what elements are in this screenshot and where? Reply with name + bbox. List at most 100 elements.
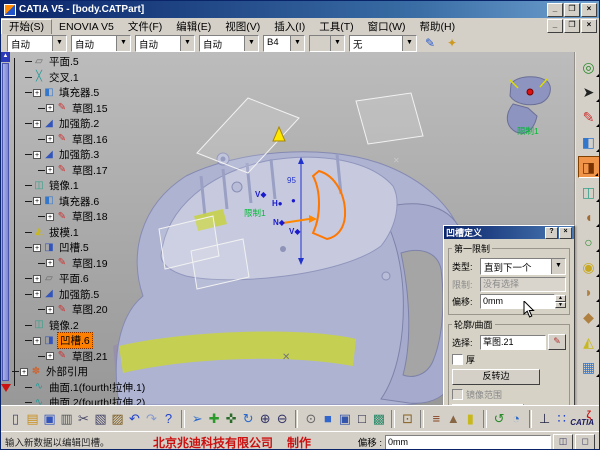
- mirror-icon[interactable]: ◫: [578, 181, 600, 203]
- rotate-icon[interactable]: ↻: [240, 409, 257, 429]
- menu-item-2[interactable]: ENOVIA V5: [52, 20, 121, 34]
- print-icon[interactable]: ▥: [58, 409, 75, 429]
- chevron-down-icon[interactable]: ▼: [52, 36, 66, 51]
- tree-item-label[interactable]: 交叉.1: [47, 70, 81, 85]
- paste-icon[interactable]: ▨: [109, 409, 126, 429]
- doc-minimize-icon[interactable]: _: [547, 19, 563, 33]
- tree-scroll-up-icon[interactable]: ▲: [1, 52, 10, 62]
- filter-combo-3[interactable]: 自动▼: [135, 35, 195, 52]
- measure-item-icon[interactable]: ▲: [445, 409, 462, 429]
- lock-update-icon[interactable]: ⊡: [399, 409, 416, 429]
- expand-icon[interactable]: +: [46, 135, 54, 143]
- tree-item-label[interactable]: 草图.18: [70, 209, 110, 224]
- tree-item-填充器.5[interactable]: +◧填充器.5: [10, 85, 240, 101]
- chevron-down-icon[interactable]: ▼: [330, 36, 344, 51]
- chevron-down-icon[interactable]: ▼: [244, 36, 258, 51]
- save-icon[interactable]: ▣: [41, 409, 58, 429]
- dialog-toggle-icon[interactable]: ◻: [575, 434, 595, 450]
- expand-icon[interactable]: +: [33, 120, 41, 128]
- power-input-icon[interactable]: ◫: [553, 434, 573, 450]
- tree-item-凹槽.5[interactable]: +◨凹槽.5: [10, 240, 240, 256]
- tree-item-label[interactable]: 草图.16: [70, 132, 110, 147]
- tree-item-加强筋.2[interactable]: +◢加强筋.2: [10, 116, 240, 132]
- tree-item-交叉.1[interactable]: ╳交叉.1: [10, 70, 240, 86]
- tree-item-label[interactable]: 填充器.5: [57, 85, 101, 100]
- pan-icon[interactable]: ✜: [223, 409, 240, 429]
- expand-icon[interactable]: +: [46, 213, 54, 221]
- tree-item-草图.17[interactable]: +✎草图.17: [10, 163, 240, 179]
- menu-item-8[interactable]: 窗口(W): [361, 20, 413, 34]
- tree-item-填充器.6[interactable]: +◧填充器.6: [10, 194, 240, 210]
- measure-between-icon[interactable]: ≡: [428, 409, 445, 429]
- menu-item-6[interactable]: 插入(I): [267, 20, 312, 34]
- tree-item-label[interactable]: 曲面.2(fourth!拉伸.2): [47, 395, 147, 405]
- paintbrush-icon[interactable]: ✎: [421, 35, 439, 51]
- filter-combo-7[interactable]: 无▼: [349, 35, 417, 52]
- doc-restore-icon[interactable]: ❐: [564, 19, 580, 33]
- clock-icon[interactable]: ◔: [508, 409, 525, 429]
- copy-icon[interactable]: ▧: [92, 409, 109, 429]
- pattern-icon[interactable]: ▦: [578, 356, 600, 378]
- type-combo[interactable]: 直到下一个 ▼: [480, 258, 566, 275]
- expand-icon[interactable]: +: [33, 151, 41, 159]
- tree-item-曲面.2(fourth!拉伸.2)[interactable]: ∿曲面.2(fourth!拉伸.2): [10, 395, 240, 405]
- tree-item-草图.15[interactable]: +✎草图.15: [10, 101, 240, 117]
- draft-icon[interactable]: ◭: [578, 331, 600, 353]
- shaded-view-icon[interactable]: ■: [319, 409, 336, 429]
- expand-icon[interactable]: +: [33, 275, 41, 283]
- tree-item-label[interactable]: 加强筋.3: [57, 147, 101, 162]
- tree-item-外部引用[interactable]: +✽外部引用: [10, 364, 240, 380]
- tree-item-拔模.1[interactable]: ◭拔模.1: [10, 225, 240, 241]
- dialog-help-icon[interactable]: ?: [545, 227, 558, 239]
- zoom-out-icon[interactable]: ⊖: [274, 409, 291, 429]
- select-cursor-icon[interactable]: ➤: [578, 81, 600, 103]
- offset-field[interactable]: 0mm: [480, 294, 555, 309]
- menu-item-5[interactable]: 视图(V): [218, 20, 267, 34]
- menu-item-3[interactable]: 文件(F): [121, 20, 169, 34]
- expand-icon[interactable]: +: [33, 290, 41, 298]
- dialog-close-icon[interactable]: ×: [559, 227, 572, 239]
- workbench-icon[interactable]: ◎: [578, 56, 600, 78]
- tree-item-label[interactable]: 草图.15: [70, 101, 110, 116]
- pocket-icon[interactable]: ◨: [578, 156, 600, 178]
- tree-item-镜像.2[interactable]: ◫镜像.2: [10, 318, 240, 334]
- tree-item-label[interactable]: 凹槽.6: [57, 332, 93, 349]
- chevron-down-icon[interactable]: ▼: [551, 259, 565, 274]
- grid-values-icon[interactable]: ∷: [553, 409, 570, 429]
- thick-checkbox[interactable]: 厚: [452, 353, 566, 366]
- redo-icon[interactable]: ↷: [143, 409, 160, 429]
- window-titlebar[interactable]: CATIA V5 - [body.CATPart] _ ❐ ×: [1, 1, 599, 18]
- filter-combo-5[interactable]: B4▼: [263, 35, 305, 52]
- cut-icon[interactable]: ✂: [75, 409, 92, 429]
- zoom-in-icon[interactable]: ⊕: [257, 409, 274, 429]
- help-icon[interactable]: ?: [160, 409, 177, 429]
- tree-item-label[interactable]: 草图.19: [70, 256, 110, 271]
- tree-item-草图.18[interactable]: +✎草图.18: [10, 209, 240, 225]
- undo-icon[interactable]: ↶: [126, 409, 143, 429]
- expand-icon[interactable]: +: [46, 166, 54, 174]
- reverse-side-button[interactable]: 反转边: [452, 369, 540, 385]
- tree-item-label[interactable]: 填充器.6: [57, 194, 101, 209]
- shaded-edges-icon[interactable]: ▣: [336, 409, 353, 429]
- tree-item-label[interactable]: 加强筋.2: [57, 116, 101, 131]
- menu-item-1[interactable]: 开始(S): [1, 19, 52, 35]
- tree-item-曲面.1(fourth!拉伸.1)[interactable]: ∿曲面.1(fourth!拉伸.1): [10, 380, 240, 396]
- tree-item-label[interactable]: 镜像.1: [47, 178, 81, 193]
- spin-down-icon[interactable]: ▼: [555, 302, 566, 309]
- wand-icon[interactable]: ✦: [443, 35, 461, 51]
- tree-item-label[interactable]: 镜像.2: [47, 318, 81, 333]
- axis-system-icon[interactable]: ⊥: [536, 409, 553, 429]
- tree-item-label[interactable]: 拔模.1: [47, 225, 81, 240]
- expand-icon[interactable]: +: [46, 259, 54, 267]
- wireframe-icon[interactable]: □: [353, 409, 370, 429]
- sketch-edit-icon[interactable]: ✎: [548, 334, 566, 350]
- close-icon[interactable]: ×: [581, 3, 597, 17]
- chamfer-icon[interactable]: ◆: [578, 306, 600, 328]
- expand-icon[interactable]: +: [20, 368, 28, 376]
- tree-item-平面.6[interactable]: +▱平面.6: [10, 271, 240, 287]
- tree-item-草图.21[interactable]: +✎草图.21: [10, 349, 240, 365]
- menu-item-9[interactable]: 帮助(H): [413, 20, 463, 34]
- restore-icon[interactable]: ❐: [564, 3, 580, 17]
- sketcher-icon[interactable]: ✎: [578, 106, 600, 128]
- expand-icon[interactable]: +: [46, 306, 54, 314]
